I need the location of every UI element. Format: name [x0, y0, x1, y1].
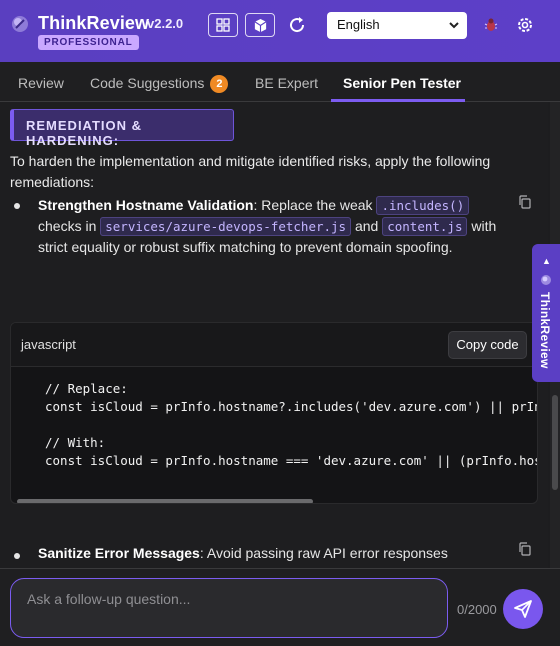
- section-heading: REMEDIATION & HARDENING:: [10, 109, 234, 148]
- app-brand: ThinkReview: [38, 13, 150, 33]
- tab-code-suggestions[interactable]: Code Suggestions 2: [90, 75, 229, 93]
- bullet-icon: [14, 553, 20, 559]
- plan-badge: PROFESSIONAL: [38, 35, 139, 50]
- list-item-text: and: [351, 218, 383, 234]
- bullet-icon: [14, 203, 20, 209]
- collapse-arrow-icon: ▲: [542, 256, 551, 266]
- bug-report-icon[interactable]: [482, 16, 500, 34]
- code-block-body[interactable]: // Replace: const isCloud = prInfo.hostn…: [11, 367, 538, 497]
- copy-code-button[interactable]: Copy code: [448, 331, 527, 359]
- inline-code: .includes(): [376, 196, 470, 215]
- send-button[interactable]: [503, 589, 543, 629]
- extension-button[interactable]: [245, 13, 275, 37]
- gear-icon[interactable]: [515, 15, 535, 35]
- copy-icon[interactable]: [518, 542, 532, 556]
- char-counter: 0/2000: [457, 602, 497, 617]
- code-block-header: javascript Copy code: [11, 323, 537, 367]
- chevron-down-icon: [449, 22, 459, 29]
- version-label: v2.2.0: [147, 16, 184, 31]
- send-icon: [514, 600, 532, 618]
- code-horizontal-scrollbar[interactable]: [17, 499, 313, 503]
- app-header: ThinkReview PROFESSIONAL v2.2.0 English: [0, 0, 560, 62]
- tab-review-label: Review: [18, 75, 64, 91]
- code-block: javascript Copy code // Replace: const i…: [10, 322, 538, 504]
- code-line: // With:: [45, 435, 106, 450]
- suggestions-count-badge: 2: [210, 75, 229, 93]
- cube-icon: [254, 18, 266, 32]
- list-item-title: Strengthen Hostname Validation: [38, 197, 254, 213]
- chat-footer: 0/2000: [0, 568, 560, 646]
- side-tab-label: ThinkReview: [538, 292, 552, 369]
- dashboard-button[interactable]: [208, 13, 238, 37]
- intro-paragraph: To harden the implementation and mitigat…: [10, 153, 491, 190]
- follow-up-input[interactable]: [10, 578, 448, 638]
- list-item: Sanitize Error Messages: Avoid passing r…: [38, 543, 508, 564]
- review-content[interactable]: REMEDIATION & HARDENING: To harden the i…: [0, 102, 548, 568]
- grid-icon: [216, 18, 230, 32]
- code-line: // Replace:: [45, 381, 128, 396]
- tab-be-expert-label: BE Expert: [255, 75, 319, 91]
- list-item: Strengthen Hostname Validation: Replace …: [38, 195, 508, 258]
- copy-icon[interactable]: [518, 195, 532, 209]
- code-line: const isCloud = prInfo.hostname === 'dev…: [45, 453, 538, 468]
- content-scrollbar-thumb[interactable]: [552, 395, 558, 490]
- code-line: const isCloud = prInfo.hostname?.include…: [45, 399, 538, 414]
- list-item-text: : Replace the weak: [253, 197, 377, 213]
- refresh-button[interactable]: [286, 14, 308, 36]
- list-item-title: Sanitize Error Messages: [38, 545, 200, 561]
- tab-senior-pen-tester-label: Senior Pen Tester: [343, 75, 462, 91]
- refresh-icon: [290, 17, 305, 33]
- tab-be-expert[interactable]: BE Expert: [255, 75, 318, 91]
- tab-review[interactable]: Review: [18, 75, 64, 91]
- language-select[interactable]: English: [327, 12, 467, 39]
- tab-code-suggestions-label: Code Suggestions: [90, 75, 205, 91]
- inline-code: services/azure-devops-fetcher.js: [100, 217, 352, 236]
- thinkreview-logo-icon: [12, 16, 28, 32]
- list-item-text: checks in: [38, 218, 101, 234]
- code-language-label: javascript: [21, 337, 76, 352]
- tab-bar: Review Code Suggestions 2 BE Expert Senio…: [0, 62, 560, 102]
- inline-code: content.js: [382, 217, 468, 236]
- thinkreview-side-tab[interactable]: ▲ ThinkReview: [532, 244, 560, 382]
- thinkreview-logo-icon: [541, 275, 551, 285]
- tab-senior-pen-tester[interactable]: Senior Pen Tester: [343, 75, 461, 91]
- language-select-value: English: [337, 17, 380, 32]
- list-item-text: : Avoid passing raw API error responses: [199, 545, 448, 561]
